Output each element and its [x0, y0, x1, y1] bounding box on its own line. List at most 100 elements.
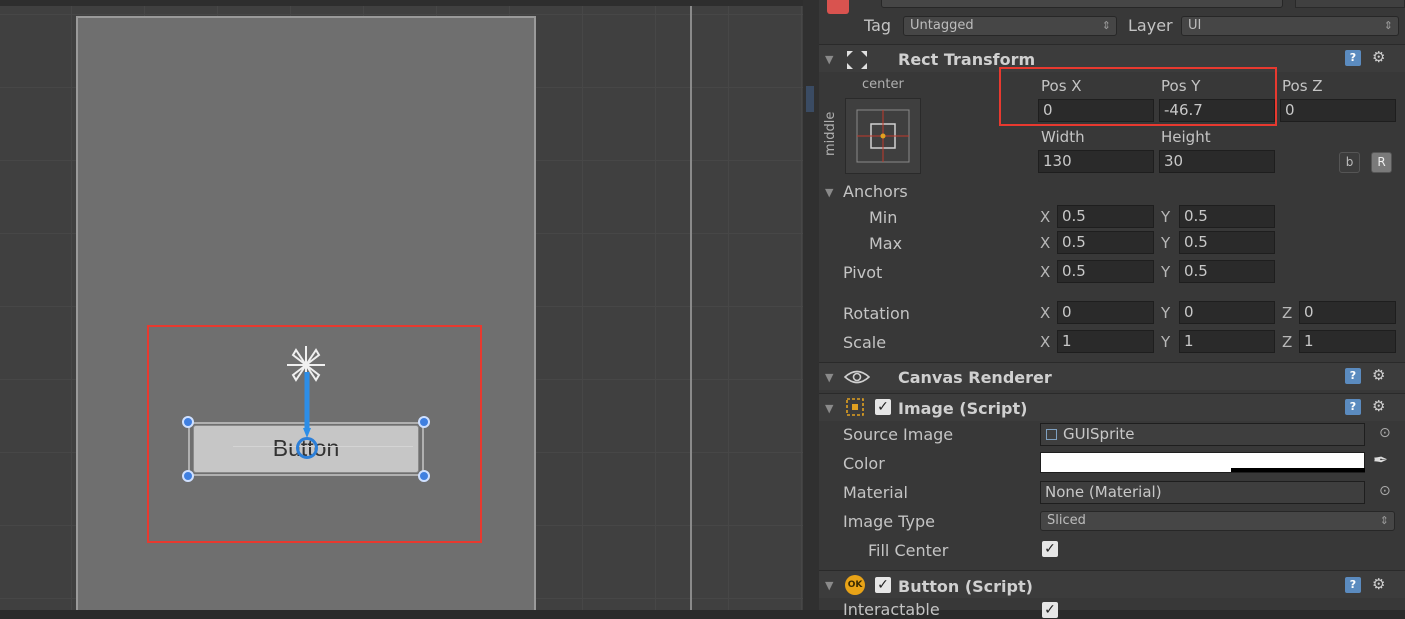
image-script-title: Image (Script): [898, 399, 1028, 418]
rotation-x-field[interactable]: 0: [1057, 301, 1154, 324]
fill-center-checkbox[interactable]: ✓: [1042, 541, 1058, 557]
image-enabled-checkbox[interactable]: ✓: [875, 399, 891, 415]
button-enabled-checkbox[interactable]: ✓: [875, 577, 891, 593]
rotation-y-axis: Y: [1161, 304, 1171, 322]
foldout-arrow-icon[interactable]: ▼: [825, 53, 833, 66]
image-component-icon: [846, 398, 864, 416]
canvas-border-line: [690, 6, 692, 610]
static-toggle[interactable]: [1295, 0, 1405, 8]
pivot-y-field[interactable]: 0.5: [1179, 260, 1275, 283]
image-type-dropdown[interactable]: Sliced ⇕: [1040, 511, 1395, 531]
source-image-value: GUISprite: [1063, 425, 1135, 443]
anchor-max-label: Max: [869, 234, 903, 253]
button-script-header[interactable]: ▼ OK ✓ Button (Script) ? ⚙: [819, 570, 1405, 598]
rotation-z-axis: Z: [1282, 304, 1293, 322]
anchor-max-y-field[interactable]: 0.5: [1179, 231, 1275, 254]
anchor-preset-icon: [856, 109, 910, 163]
scale-x-field[interactable]: 1: [1057, 330, 1154, 353]
help-icon[interactable]: ?: [1345, 368, 1361, 384]
image-type-label: Image Type: [843, 512, 935, 531]
alpha-bar: [1231, 468, 1365, 472]
pivot-y-axis: Y: [1161, 263, 1171, 281]
rotation-z-field[interactable]: 0: [1299, 301, 1396, 324]
height-field[interactable]: 30: [1159, 150, 1275, 173]
scale-label: Scale: [843, 333, 887, 352]
anchors-label: Anchors: [843, 182, 908, 201]
highlight-box-inspector: [999, 67, 1277, 126]
scene-view[interactable]: Button: [0, 0, 803, 610]
pos-z-label: Pos Z: [1282, 77, 1323, 95]
image-type-value: Sliced: [1047, 513, 1086, 528]
rotation-label: Rotation: [843, 304, 910, 323]
pivot-label: Pivot: [843, 263, 883, 282]
layer-label: Layer: [1128, 16, 1173, 35]
name-field[interactable]: [881, 0, 1283, 8]
canvas-renderer-header[interactable]: ▼ Canvas Renderer ? ⚙: [819, 362, 1405, 390]
height-label: Height: [1161, 128, 1211, 146]
gear-icon[interactable]: ⚙: [1372, 48, 1385, 66]
object-picker-icon[interactable]: ⊙: [1379, 483, 1391, 499]
source-image-label: Source Image: [843, 425, 954, 444]
canvas-renderer-title: Canvas Renderer: [898, 368, 1052, 387]
layer-dropdown[interactable]: UI ⇕: [1181, 16, 1399, 36]
eye-icon: [844, 370, 870, 384]
button-script-title: Button (Script): [898, 577, 1033, 596]
object-picker-icon[interactable]: ⊙: [1379, 425, 1391, 441]
sprite-icon: [1046, 429, 1057, 440]
interactable-checkbox[interactable]: ✓: [1042, 602, 1058, 618]
scene-top-bar: [0, 0, 803, 6]
anchor-min-x-axis: X: [1040, 208, 1051, 226]
anchors-foldout-arrow-icon[interactable]: ▼: [825, 186, 833, 199]
help-icon[interactable]: ?: [1345, 577, 1361, 593]
anchor-max-x-axis: X: [1040, 234, 1051, 252]
gear-icon[interactable]: ⚙: [1372, 366, 1385, 384]
layer-dropdown-value: UI: [1188, 18, 1202, 33]
pos-z-field[interactable]: 0: [1280, 99, 1396, 122]
material-label: Material: [843, 483, 908, 502]
material-field[interactable]: None (Material): [1040, 481, 1365, 504]
scale-z-axis: Z: [1282, 333, 1293, 351]
color-swatch[interactable]: [1040, 452, 1365, 473]
anchor-max-x-field[interactable]: 0.5: [1057, 231, 1154, 254]
anchor-min-x-field[interactable]: 0.5: [1057, 205, 1154, 228]
dropdown-arrow-icon: ⇕: [1101, 19, 1111, 32]
pivot-x-field[interactable]: 0.5: [1057, 260, 1154, 283]
splitter-marker: [806, 86, 814, 112]
rotation-y-field[interactable]: 0: [1179, 301, 1275, 324]
anchor-preset-button[interactable]: [845, 98, 921, 174]
button-component-icon: OK: [845, 575, 865, 595]
blueprint-mode-button[interactable]: b: [1339, 152, 1360, 173]
foldout-arrow-icon[interactable]: ▼: [825, 579, 833, 592]
rect-transform-icon: [847, 51, 867, 69]
width-label: Width: [1041, 128, 1085, 146]
scale-y-axis: Y: [1161, 333, 1171, 351]
help-icon[interactable]: ?: [1345, 50, 1361, 66]
anchor-preset-v-label: middle: [823, 111, 838, 156]
foldout-arrow-icon[interactable]: ▼: [825, 402, 833, 415]
tag-dropdown[interactable]: Untagged ⇕: [903, 16, 1117, 36]
anchor-min-y-axis: Y: [1161, 208, 1171, 226]
anchor-min-y-field[interactable]: 0.5: [1179, 205, 1275, 228]
scale-z-field[interactable]: 1: [1299, 330, 1396, 353]
highlight-box-scene: [147, 325, 482, 543]
gear-icon[interactable]: ⚙: [1372, 575, 1385, 593]
anchor-max-y-axis: Y: [1161, 234, 1171, 252]
raw-edit-button[interactable]: R: [1371, 152, 1392, 173]
anchor-min-label: Min: [869, 208, 898, 227]
width-field[interactable]: 130: [1038, 150, 1154, 173]
anchor-preset-h-label: center: [862, 77, 904, 92]
gameobject-cube-icon: [827, 0, 849, 14]
fill-center-label: Fill Center: [868, 541, 949, 560]
rotation-x-axis: X: [1040, 304, 1051, 322]
foldout-arrow-icon[interactable]: ▼: [825, 371, 833, 384]
scale-x-axis: X: [1040, 333, 1051, 351]
tag-label: Tag: [864, 16, 892, 35]
image-script-header[interactable]: ▼ ✓ Image (Script) ? ⚙: [819, 393, 1405, 421]
scale-y-field[interactable]: 1: [1179, 330, 1275, 353]
help-icon[interactable]: ?: [1345, 399, 1361, 415]
color-label: Color: [843, 454, 885, 473]
gear-icon[interactable]: ⚙: [1372, 397, 1385, 415]
eyedropper-icon[interactable]: ✒: [1373, 450, 1388, 471]
source-image-field[interactable]: GUISprite: [1040, 423, 1365, 446]
dropdown-arrow-icon: ⇕: [1383, 19, 1393, 32]
